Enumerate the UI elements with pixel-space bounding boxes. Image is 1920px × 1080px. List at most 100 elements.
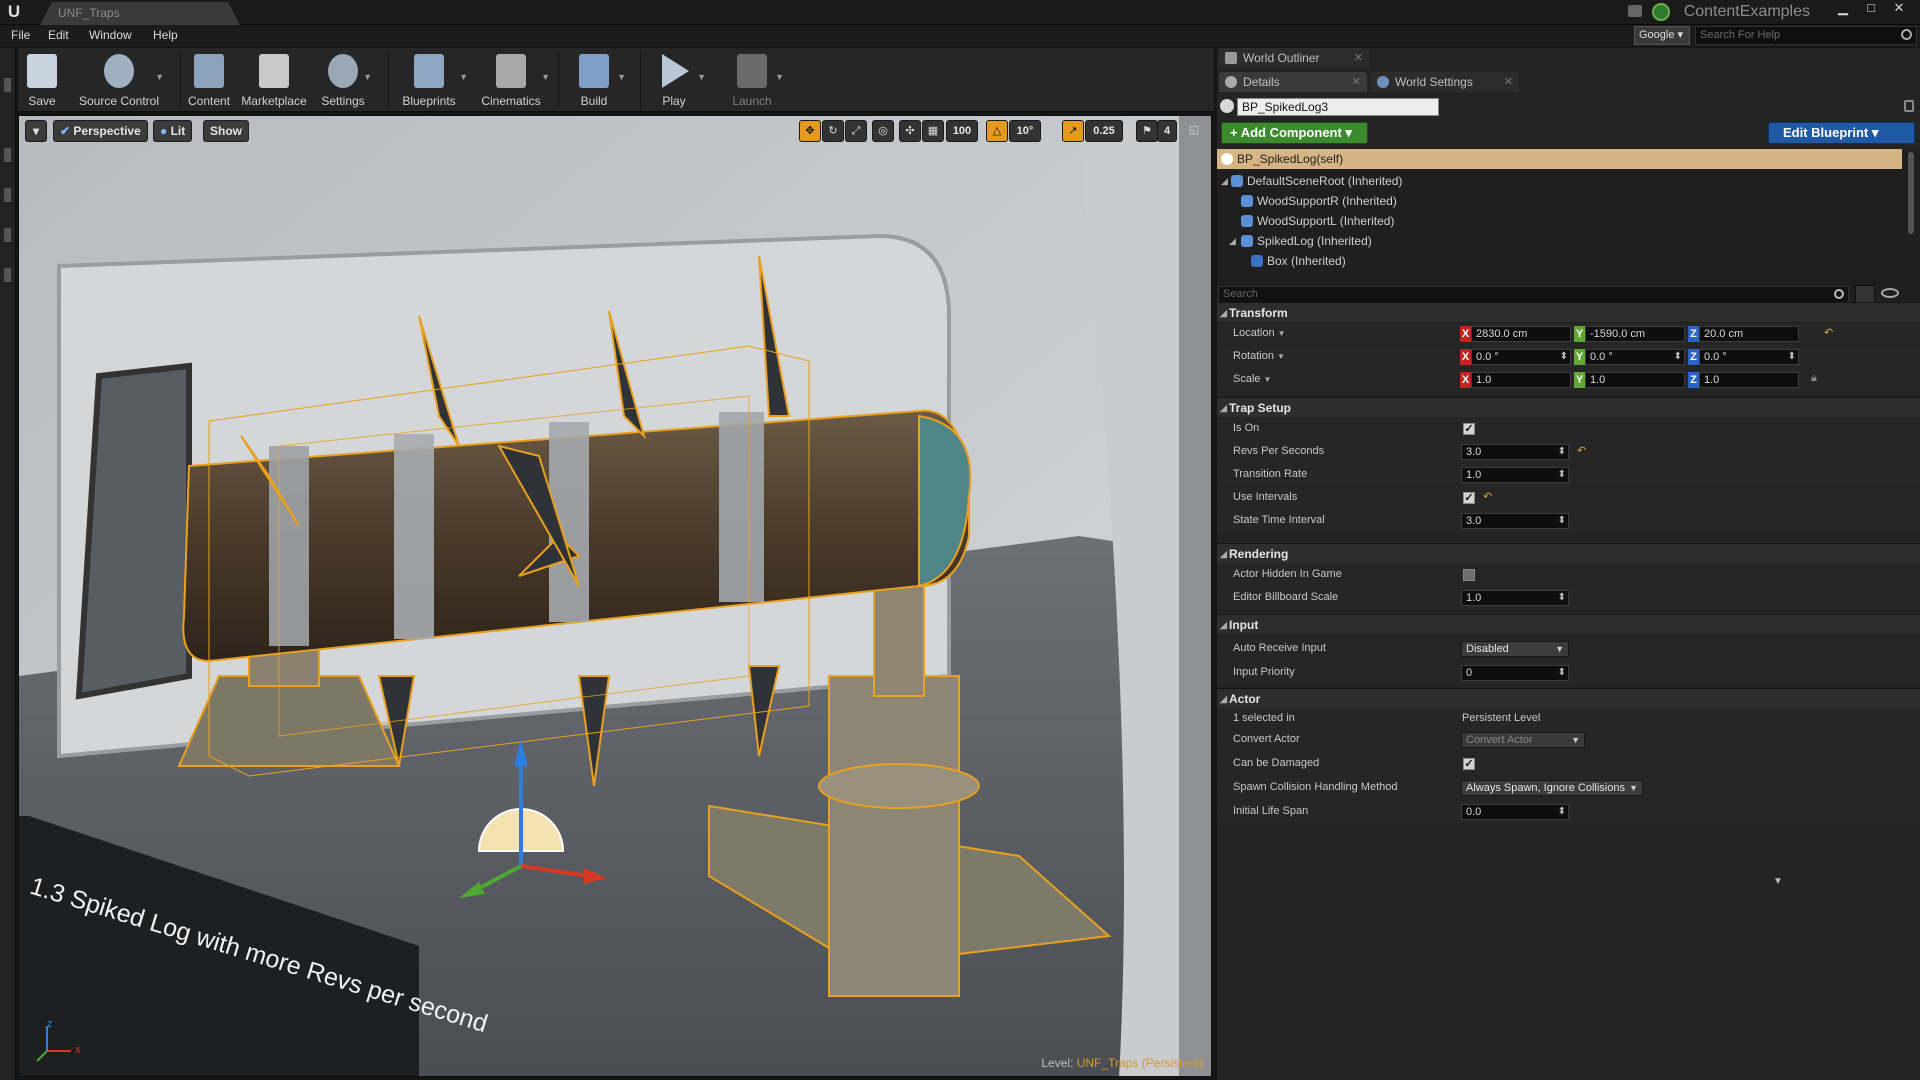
level-document-tab[interactable]: UNF_Traps (40, 2, 240, 25)
expand-advanced-icon[interactable]: ▼ (1773, 876, 1783, 887)
tab-world-settings[interactable]: World Settings ✕ (1371, 72, 1519, 92)
use-intervals-checkbox[interactable]: ✓ (1463, 492, 1475, 504)
location-x-field[interactable]: 2830.0 cm (1471, 326, 1571, 342)
camera-speed-icon[interactable]: ⚑ (1136, 120, 1158, 142)
view-mode-button[interactable]: ● Lit (153, 120, 193, 142)
scale-snap-icon[interactable]: ↗ (1062, 120, 1084, 142)
scale-z-field[interactable]: 1.0 (1699, 372, 1799, 388)
components-scrollbar[interactable] (1908, 152, 1914, 234)
launch-button[interactable]: Launch ▼ (724, 48, 784, 112)
rotation-snap-value[interactable]: 10° (1009, 120, 1041, 142)
details-search-input[interactable]: Search (1218, 286, 1849, 303)
mode-tab-icon[interactable] (4, 148, 11, 162)
add-component-button[interactable]: + Add Component ▾ (1221, 122, 1368, 144)
lock-icon[interactable]: 🔒︎ (1811, 373, 1821, 384)
hidden-checkbox[interactable]: ✓ (1463, 569, 1475, 581)
close-icon[interactable]: ✕ (1352, 72, 1361, 92)
location-y-field[interactable]: -1590.0 cm (1585, 326, 1685, 342)
modes-panel-strip[interactable] (0, 48, 16, 1080)
location-label[interactable]: Location ▼ (1233, 327, 1286, 339)
menu-file[interactable]: File (11, 28, 30, 42)
lock-icon[interactable] (1904, 100, 1914, 112)
menu-window[interactable]: Window (89, 28, 132, 42)
component-row[interactable]: ◢ SpikedLog (Inherited) (1217, 231, 1902, 251)
component-row-self[interactable]: BP_SpikedLog(self) (1217, 149, 1902, 169)
rotation-y-field[interactable]: 0.0 ° ⬍ (1585, 349, 1685, 365)
billboard-field[interactable]: 1.0 ⬍ (1461, 590, 1569, 606)
mode-tab-icon[interactable] (4, 268, 11, 282)
minimize-button[interactable]: ▁ (1830, 0, 1856, 18)
marketplace-button[interactable]: Marketplace (240, 48, 308, 112)
category-transform[interactable]: ◢ Transform (1217, 302, 1920, 322)
cinematics-button[interactable]: Cinematics ▼ (476, 48, 550, 112)
mode-tab-icon[interactable] (4, 228, 11, 242)
show-button[interactable]: Show (203, 120, 249, 142)
source-control-button[interactable]: Source Control ▼ (78, 48, 164, 112)
rotate-mode-icon[interactable]: ↻ (822, 120, 844, 142)
is-on-checkbox[interactable]: ✓ (1463, 423, 1475, 435)
actor-name-input[interactable]: BP_SpikedLog3 (1237, 98, 1439, 116)
priority-field[interactable]: 0 ⬍ (1461, 665, 1569, 681)
chevron-down-icon[interactable]: ▼ (459, 72, 468, 82)
close-icon[interactable]: ✕ (1504, 72, 1513, 92)
chevron-down-icon[interactable]: ▼ (155, 72, 164, 82)
chevron-down-icon[interactable]: ▼ (775, 72, 784, 82)
reset-to-default-icon[interactable]: ↶ (1577, 446, 1587, 457)
blueprints-button[interactable]: Blueprints ▼ (394, 48, 468, 112)
settings-button[interactable]: Settings ▼ (318, 48, 372, 112)
category-trap-setup[interactable]: ◢ Trap Setup (1217, 397, 1920, 417)
menu-help[interactable]: Help (153, 28, 178, 42)
surface-snap-icon[interactable]: ✣ (899, 120, 921, 142)
eye-icon[interactable] (1881, 288, 1899, 298)
grid-snap-value[interactable]: 100 (946, 120, 978, 142)
state-time-field[interactable]: 3.0 ⬍ (1461, 513, 1569, 529)
close-window-button[interactable]: ✕ (1886, 0, 1912, 18)
rotation-z-field[interactable]: 0.0 ° ⬍ (1699, 349, 1799, 365)
translate-mode-icon[interactable]: ✥ (799, 120, 821, 142)
can-be-damaged-checkbox[interactable]: ✓ (1463, 758, 1475, 770)
rotation-label[interactable]: Rotation ▼ (1233, 350, 1285, 362)
collapse-arrow-icon[interactable]: ◢ (1221, 171, 1228, 191)
category-actor[interactable]: ◢ Actor (1217, 688, 1920, 708)
close-icon[interactable]: ✕ (1354, 48, 1363, 68)
convert-actor-dropdown[interactable]: Convert Actor ▼ (1461, 732, 1585, 748)
edit-blueprint-button[interactable]: Edit Blueprint ▾ (1768, 122, 1915, 144)
spawn-collision-dropdown[interactable]: Always Spawn, Ignore Collisions ▼ (1461, 780, 1643, 796)
chevron-down-icon[interactable]: ▼ (363, 72, 372, 82)
location-z-field[interactable]: 20.0 cm (1699, 326, 1799, 342)
transition-field[interactable]: 1.0 ⬍ (1461, 467, 1569, 483)
notification-icon[interactable] (1628, 5, 1642, 17)
rotation-snap-icon[interactable]: △ (986, 120, 1008, 142)
grid-snap-icon[interactable]: ▦ (922, 120, 944, 142)
mode-tab-icon[interactable] (4, 188, 11, 202)
chevron-down-icon[interactable]: ▼ (617, 72, 626, 82)
scale-snap-value[interactable]: 0.25 (1085, 120, 1123, 142)
maximize-button[interactable]: □ (1858, 0, 1884, 18)
help-search-input[interactable]: Search For Help (1695, 26, 1917, 45)
play-button[interactable]: Play ▼ (646, 48, 706, 112)
tab-details[interactable]: Details ✕ (1219, 72, 1367, 92)
maximize-viewport-icon[interactable]: ◱ (1185, 120, 1203, 142)
search-provider-dropdown[interactable]: Google ▾ (1634, 26, 1690, 45)
perspective-button[interactable]: ✔ Perspective (53, 120, 148, 142)
component-row[interactable]: ◢ DefaultSceneRoot (Inherited) (1217, 171, 1902, 191)
source-control-status-icon[interactable] (1652, 3, 1670, 21)
content-button[interactable]: Content (184, 48, 234, 112)
collapse-arrow-icon[interactable]: ◢ (1229, 231, 1236, 251)
category-rendering[interactable]: ◢ Rendering (1217, 543, 1920, 563)
life-field[interactable]: 0.0 ⬍ (1461, 804, 1569, 820)
tab-world-outliner[interactable]: World Outliner ✕ (1219, 48, 1369, 68)
category-input[interactable]: ◢ Input (1217, 614, 1920, 634)
auto-receive-dropdown[interactable]: Disabled ▼ (1461, 641, 1569, 657)
mode-tab-icon[interactable] (4, 78, 11, 92)
camera-speed-value[interactable]: 4 (1157, 120, 1177, 142)
chevron-down-icon[interactable]: ▼ (541, 72, 550, 82)
world-local-icon[interactable]: ◎ (872, 120, 894, 142)
build-button[interactable]: Build ▼ (566, 48, 626, 112)
component-row[interactable]: WoodSupportL (Inherited) (1217, 211, 1902, 231)
scale-x-field[interactable]: 1.0 (1471, 372, 1571, 388)
viewport-options-button[interactable]: ▾ (25, 120, 47, 142)
reset-to-default-icon[interactable]: ↶ (1824, 328, 1834, 339)
chevron-down-icon[interactable]: ▼ (697, 72, 706, 82)
scale-mode-icon[interactable]: ⤢ (845, 120, 867, 142)
